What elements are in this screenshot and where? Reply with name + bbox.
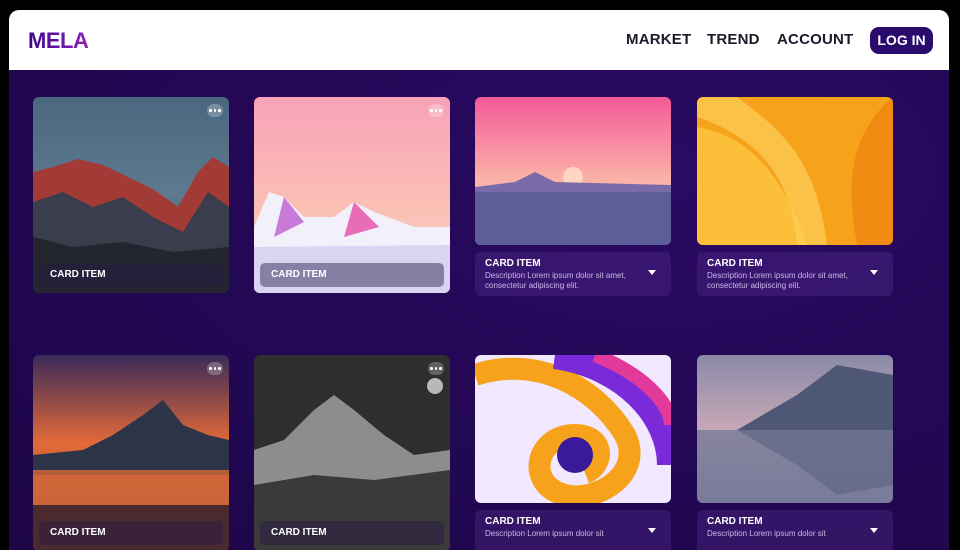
card-description: Description Lorem ipsum dolor sit (707, 529, 826, 538)
misty-lake-mountain (697, 355, 893, 503)
pink-sunset-lake (475, 97, 671, 245)
more-options-icon[interactable] (428, 104, 444, 117)
card-info-panel: CARD ITEM Description Lorem ipsum dolor … (475, 510, 671, 550)
chevron-down-icon[interactable] (648, 528, 656, 533)
chevron-down-icon[interactable] (870, 528, 878, 533)
card-title: CARD ITEM (39, 263, 223, 287)
card-title: CARD ITEM (260, 521, 444, 545)
nav-market-link[interactable]: MARKET (626, 31, 691, 48)
card-title: CARD ITEM (260, 263, 444, 287)
card-title: CARD ITEM (39, 521, 223, 545)
card-title: CARD ITEM (707, 258, 763, 269)
card-description: Description Lorem ipsum dolor sit amet, … (707, 271, 848, 290)
card-title: CARD ITEM (707, 516, 763, 527)
card-description: Description Lorem ipsum dolor sit amet, … (485, 271, 626, 290)
top-navbar: MELA MARKET TREND ACCOUNT LOG IN (9, 10, 949, 70)
card-title: CARD ITEM (485, 516, 541, 527)
card-image (475, 97, 671, 245)
card-image (697, 97, 893, 245)
card-description: Description Lorem ipsum dolor sit (485, 529, 604, 538)
card-title: CARD ITEM (485, 258, 541, 269)
nav-account-link[interactable]: ACCOUNT (777, 31, 853, 48)
more-options-icon[interactable] (428, 362, 444, 375)
app-frame: MELA MARKET TREND ACCOUNT LOG IN CARD IT… (9, 10, 949, 550)
colorful-swirl-abstract (475, 355, 671, 503)
brand-logo[interactable]: MELA (28, 28, 89, 54)
orange-abstract-waves (697, 97, 893, 245)
card-info-panel: CARD ITEM Description Lorem ipsum dolor … (697, 252, 893, 296)
card-info-panel: CARD ITEM Description Lorem ipsum dolor … (475, 252, 671, 296)
more-options-icon[interactable] (207, 362, 223, 375)
chevron-down-icon[interactable] (648, 270, 656, 275)
more-options-icon[interactable] (207, 104, 223, 117)
nav-trend-link[interactable]: TREND (707, 31, 760, 48)
login-button[interactable]: LOG IN (870, 27, 933, 54)
card-image (697, 355, 893, 503)
card-info-panel: CARD ITEM Description Lorem ipsum dolor … (697, 510, 893, 550)
card-image (475, 355, 671, 503)
chevron-down-icon[interactable] (870, 270, 878, 275)
